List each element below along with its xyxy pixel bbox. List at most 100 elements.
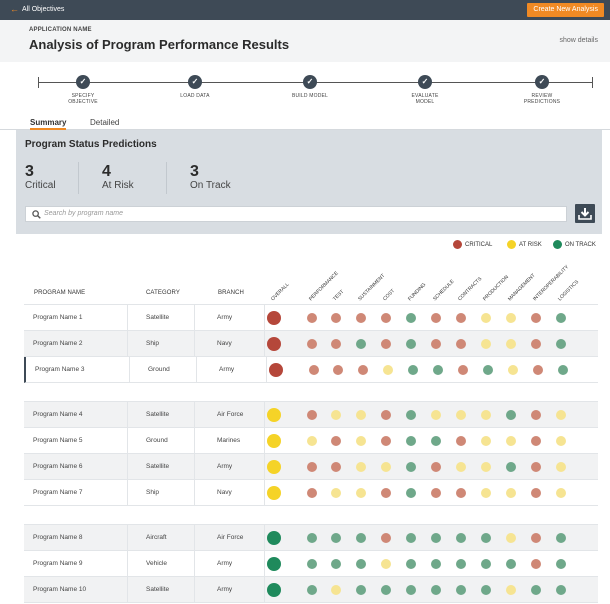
metric-status-dot[interactable] [307,533,317,543]
metric-status-dot[interactable] [556,313,566,323]
metric-status-dot[interactable] [556,339,566,349]
metric-status-dot[interactable] [531,313,541,323]
metric-status-dot[interactable] [356,410,366,420]
table-row[interactable]: Program Name 1 Satellite Army [24,305,598,331]
metric-status-dot[interactable] [481,559,491,569]
step-evaluate-model[interactable]: ✓ EVALUATE MODEL [385,75,465,105]
metric-status-dot[interactable] [456,533,466,543]
metric-status-dot[interactable] [481,339,491,349]
table-row[interactable]: Program Name 9 Vehicle Army [24,551,598,577]
metric-status-dot[interactable] [531,559,541,569]
metric-status-dot[interactable] [506,339,516,349]
metric-status-dot[interactable] [556,410,566,420]
metric-status-dot[interactable] [456,313,466,323]
metric-status-dot[interactable] [331,462,341,472]
table-row[interactable]: Program Name 6 Satellite Army [24,454,598,480]
metric-status-dot[interactable] [431,533,441,543]
metric-status-dot[interactable] [356,436,366,446]
metric-status-dot[interactable] [506,559,516,569]
overall-status-dot[interactable] [267,434,281,448]
show-details-link[interactable]: show details [559,37,598,44]
metric-status-dot[interactable] [531,339,541,349]
metric-status-dot[interactable] [531,462,541,472]
metric-status-dot[interactable] [307,436,317,446]
metric-status-dot[interactable] [408,365,418,375]
metric-status-dot[interactable] [331,533,341,543]
metric-status-dot[interactable] [307,410,317,420]
metric-status-dot[interactable] [356,462,366,472]
metric-status-dot[interactable] [456,410,466,420]
metric-status-dot[interactable] [406,462,416,472]
metric-status-dot[interactable] [481,436,491,446]
step-specify-objective[interactable]: ✓ SPECIFY OBJECTIVE [43,75,123,105]
metric-status-dot[interactable] [356,559,366,569]
metric-status-dot[interactable] [531,410,541,420]
metric-status-dot[interactable] [331,559,341,569]
table-row[interactable]: Program Name 5 Ground Marines [24,428,598,454]
metric-status-dot[interactable] [506,462,516,472]
metric-status-dot[interactable] [456,585,466,595]
metric-header[interactable]: TEST [332,289,345,302]
metric-status-dot[interactable] [356,585,366,595]
metric-status-dot[interactable] [556,436,566,446]
overall-status-dot[interactable] [267,531,281,545]
metric-status-dot[interactable] [456,488,466,498]
metric-status-dot[interactable] [406,436,416,446]
metric-status-dot[interactable] [506,533,516,543]
metric-status-dot[interactable] [483,365,493,375]
metric-status-dot[interactable] [358,365,368,375]
metric-status-dot[interactable] [558,365,568,375]
metric-status-dot[interactable] [307,559,317,569]
step-build-model[interactable]: ✓ BUILD MODEL [270,75,350,99]
table-row[interactable]: Program Name 3 Ground Army [24,357,598,383]
metric-status-dot[interactable] [506,410,516,420]
metric-status-dot[interactable] [508,365,518,375]
metric-header[interactable]: OVERALL [270,282,291,303]
metric-status-dot[interactable] [431,410,441,420]
metric-status-dot[interactable] [331,585,341,595]
metric-status-dot[interactable] [456,339,466,349]
column-header-program-name[interactable]: PROGRAM NAME [34,290,85,296]
metric-status-dot[interactable] [307,462,317,472]
metric-status-dot[interactable] [331,436,341,446]
metric-status-dot[interactable] [481,533,491,543]
metric-status-dot[interactable] [506,313,516,323]
metric-status-dot[interactable] [481,585,491,595]
metric-status-dot[interactable] [307,488,317,498]
metric-status-dot[interactable] [481,462,491,472]
metric-status-dot[interactable] [356,339,366,349]
search-input[interactable]: Search by program name [25,206,567,222]
metric-status-dot[interactable] [381,410,391,420]
table-row[interactable]: Program Name 10 Satellite Army [24,577,598,603]
overall-status-dot[interactable] [267,583,281,597]
metric-status-dot[interactable] [481,313,491,323]
back-link[interactable]: ← All Objectives [10,4,64,14]
metric-status-dot[interactable] [331,410,341,420]
metric-status-dot[interactable] [406,585,416,595]
metric-status-dot[interactable] [456,436,466,446]
metric-status-dot[interactable] [556,559,566,569]
metric-status-dot[interactable] [381,339,391,349]
overall-status-dot[interactable] [267,311,281,325]
metric-status-dot[interactable] [531,533,541,543]
metric-status-dot[interactable] [431,585,441,595]
overall-status-dot[interactable] [267,486,281,500]
metric-status-dot[interactable] [556,462,566,472]
metric-status-dot[interactable] [381,462,391,472]
metric-status-dot[interactable] [556,585,566,595]
metric-status-dot[interactable] [406,488,416,498]
metric-status-dot[interactable] [356,533,366,543]
metric-status-dot[interactable] [381,313,391,323]
metric-status-dot[interactable] [481,488,491,498]
metric-status-dot[interactable] [506,436,516,446]
metric-status-dot[interactable] [556,533,566,543]
metric-status-dot[interactable] [309,365,319,375]
metric-status-dot[interactable] [307,585,317,595]
create-new-analysis-button[interactable]: Create New Analysis [527,3,604,17]
table-row[interactable]: Program Name 8 Aircraft Air Force [24,525,598,551]
overall-status-dot[interactable] [267,408,281,422]
metric-header[interactable]: PRODUCTION [482,274,510,302]
metric-status-dot[interactable] [307,313,317,323]
tab-summary[interactable]: Summary [30,118,67,130]
metric-header[interactable]: COST [382,288,396,302]
